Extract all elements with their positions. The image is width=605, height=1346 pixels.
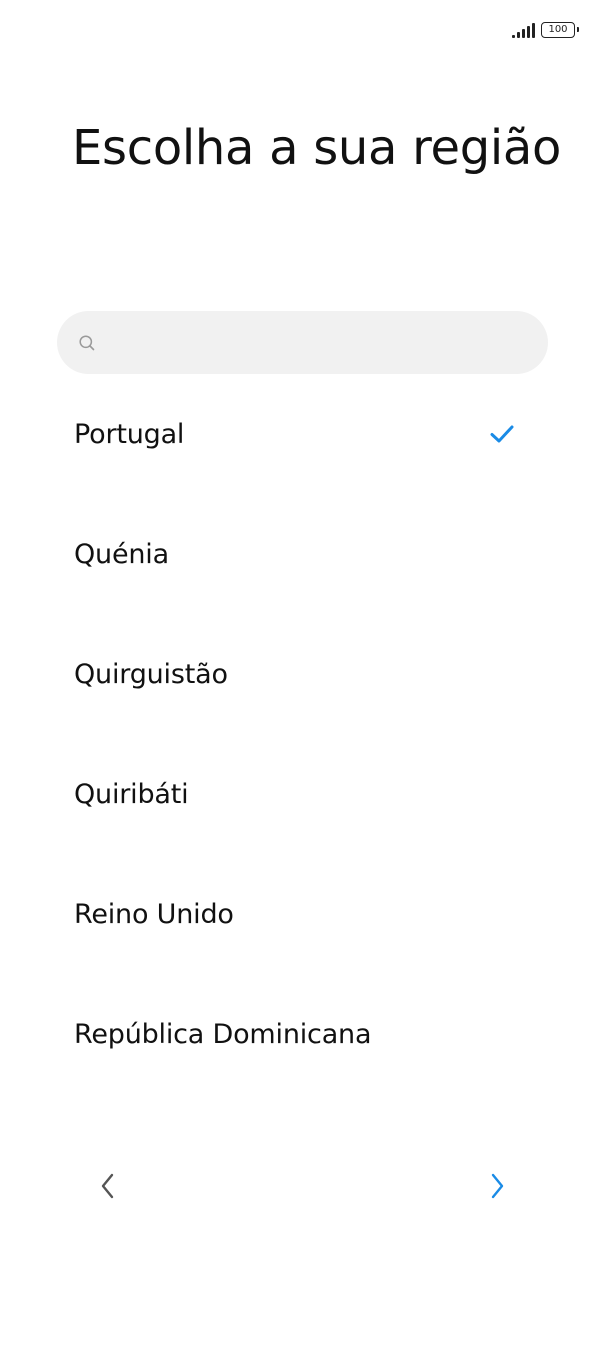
region-label: Quénia [74, 538, 169, 570]
search-icon [79, 334, 95, 351]
region-list: Portugal Quénia Quirguistão Quiribáti Re… [0, 374, 605, 1094]
region-label: Reino Unido [74, 898, 234, 930]
region-item-reino-unido[interactable]: Reino Unido [0, 854, 605, 974]
region-item-quirguistao[interactable]: Quirguistão [0, 614, 605, 734]
status-bar: 100 [512, 20, 579, 40]
search-input[interactable] [109, 321, 548, 364]
region-label: República Dominicana [74, 1018, 372, 1050]
previous-button[interactable] [90, 1168, 126, 1204]
cellular-signal-icon [512, 22, 535, 38]
chevron-left-icon [101, 1173, 114, 1199]
checkmark-icon [490, 425, 514, 443]
region-item-republica-dominicana[interactable]: República Dominicana [0, 974, 605, 1094]
battery-level: 100 [548, 24, 568, 35]
region-item-quenia[interactable]: Quénia [0, 494, 605, 614]
region-item-portugal[interactable]: Portugal [0, 374, 605, 494]
page-title: Escolha a sua região [72, 120, 562, 176]
region-label: Quiribáti [74, 778, 189, 810]
battery-icon: 100 [541, 22, 579, 38]
region-label: Quirguistão [74, 658, 228, 690]
region-label: Portugal [74, 418, 185, 450]
chevron-right-icon [491, 1173, 504, 1199]
search-bar[interactable] [57, 311, 548, 374]
next-button[interactable] [479, 1168, 515, 1204]
region-item-quiribati[interactable]: Quiribáti [0, 734, 605, 854]
